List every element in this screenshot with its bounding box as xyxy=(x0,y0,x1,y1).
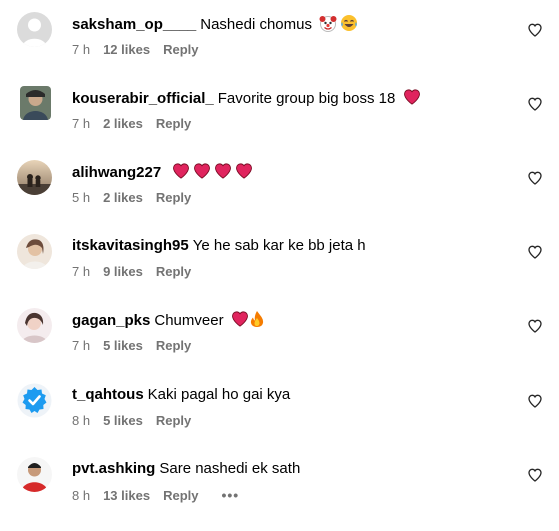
comment-username[interactable]: itskavitasingh95 xyxy=(72,237,189,254)
comment-likes[interactable]: 2 likes xyxy=(103,116,143,131)
like-heart-icon[interactable] xyxy=(527,170,543,186)
comment-text: Sare nashedi ek sath xyxy=(159,460,301,477)
comment-likes[interactable]: 5 likes xyxy=(103,413,143,428)
red-heart-icon xyxy=(193,162,211,186)
comment-text: Kaki pagal ho gai kya xyxy=(147,386,291,403)
comment-username[interactable]: gagan_pks xyxy=(72,312,150,329)
like-heart-icon[interactable] xyxy=(527,244,543,260)
comment-time: 7 h xyxy=(72,116,91,131)
comment-item: t_qahtous Kaki pagal ho gai kya 8 h 5 like… xyxy=(0,383,559,457)
comment-text: Nashedi chomus xyxy=(200,16,312,33)
comment-username[interactable]: pvt.ashking xyxy=(72,460,155,477)
red-heart-icon xyxy=(403,88,421,112)
comment-time: 7 h xyxy=(72,42,91,57)
reply-button[interactable]: Reply xyxy=(156,264,191,279)
comment-likes[interactable]: 2 likes xyxy=(103,190,143,205)
comment-item: alihwang227 5 h 2 likes Reply xyxy=(0,160,559,234)
comment-likes[interactable]: 5 likes xyxy=(103,338,143,353)
comment-item: saksham_op____ Nashedi chomus 7 h 12 likes… xyxy=(0,12,559,86)
comment-time: 8 h xyxy=(72,488,91,503)
comment-username[interactable]: saksham_op____ xyxy=(72,16,196,33)
avatar[interactable] xyxy=(17,234,52,269)
comment-item: itskavitasingh95 Ye he sab kar ke bb jeta… xyxy=(0,234,559,308)
comment-likes[interactable]: 12 likes xyxy=(103,42,150,57)
comment-likes[interactable]: 9 likes xyxy=(103,264,143,279)
reply-button[interactable]: Reply xyxy=(156,116,191,131)
more-options-icon[interactable]: ••• xyxy=(221,487,239,503)
comment-time: 5 h xyxy=(72,190,91,205)
comment-item: pvt.ashking Sare nashedi ek sath 8 h 13 li… xyxy=(0,457,559,531)
comment-text: Favorite group big boss 18 xyxy=(217,90,396,107)
avatar[interactable] xyxy=(20,86,51,120)
reply-button[interactable]: Reply xyxy=(156,413,191,428)
avatar[interactable] xyxy=(17,12,52,47)
comment-text: Ye he sab kar ke bb jeta h xyxy=(192,237,366,254)
fire-icon xyxy=(249,310,265,334)
red-heart-icon xyxy=(214,162,232,186)
red-heart-icon xyxy=(172,162,190,186)
like-heart-icon[interactable] xyxy=(527,393,543,409)
avatar[interactable] xyxy=(17,383,52,418)
like-heart-icon[interactable] xyxy=(527,467,543,483)
comment-username[interactable]: alihwang227 xyxy=(72,164,161,181)
reply-button[interactable]: Reply xyxy=(163,488,198,503)
reply-button[interactable]: Reply xyxy=(156,338,191,353)
comment-username[interactable]: t_qahtous xyxy=(72,386,144,403)
clown-face-icon xyxy=(319,14,337,38)
avatar[interactable] xyxy=(17,308,52,343)
comment-likes[interactable]: 13 likes xyxy=(103,488,150,503)
like-heart-icon[interactable] xyxy=(527,96,543,112)
comment-username[interactable]: kouserabir_official_ xyxy=(72,90,214,107)
red-heart-icon xyxy=(235,162,253,186)
reply-button[interactable]: Reply xyxy=(163,42,198,57)
comment-time: 7 h xyxy=(72,264,91,279)
tears-of-joy-icon xyxy=(340,14,358,38)
avatar[interactable] xyxy=(17,457,52,492)
comment-time: 8 h xyxy=(72,413,91,428)
red-heart-icon xyxy=(231,310,249,334)
comment-text: Chumveer xyxy=(154,312,224,329)
comment-time: 7 h xyxy=(72,338,91,353)
comment-item: kouserabir_official_ Favorite group big b… xyxy=(0,86,559,160)
avatar[interactable] xyxy=(17,160,52,195)
comment-item: gagan_pks Chumveer 7 h 5 likes Reply xyxy=(0,308,559,382)
like-heart-icon[interactable] xyxy=(527,318,543,334)
reply-button[interactable]: Reply xyxy=(156,190,191,205)
like-heart-icon[interactable] xyxy=(527,22,543,38)
